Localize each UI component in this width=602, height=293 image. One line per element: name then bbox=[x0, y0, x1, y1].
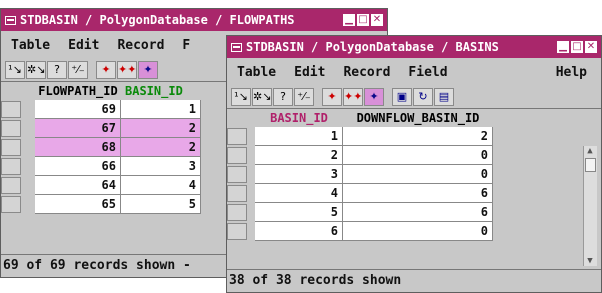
menu-edit[interactable]: Edit bbox=[294, 65, 325, 80]
row-selector[interactable] bbox=[227, 204, 247, 221]
menu-table[interactable]: Table bbox=[11, 38, 50, 53]
basins-titlebar[interactable]: STDBASIN / PolygonDatabase / BASINS ▁ □ … bbox=[227, 36, 601, 58]
table-cell[interactable]: 6 bbox=[343, 184, 493, 203]
row-selector[interactable] bbox=[227, 147, 247, 164]
vertical-scrollbar[interactable]: ▲ ▼ bbox=[583, 146, 597, 266]
table-row[interactable]: 2 0 bbox=[227, 146, 601, 165]
table-cell[interactable]: 0 bbox=[343, 146, 493, 165]
column-header-basin-id[interactable]: BASIN_ID bbox=[255, 109, 343, 127]
table-cell[interactable]: 3 bbox=[121, 157, 201, 176]
export-icon[interactable]: ▤ bbox=[434, 88, 454, 106]
scroll-down-icon[interactable]: ▼ bbox=[584, 256, 596, 266]
table-cell[interactable]: 5 bbox=[255, 203, 343, 222]
row-selector[interactable] bbox=[1, 139, 21, 156]
insert-multi-record-icon[interactable]: ✦✦ bbox=[117, 61, 137, 79]
table-row[interactable]: 4 6 bbox=[227, 184, 601, 203]
table-cell[interactable]: 4 bbox=[121, 176, 201, 195]
save-icon[interactable]: ▣ bbox=[392, 88, 412, 106]
window-menu-icon[interactable] bbox=[231, 42, 242, 52]
column-header-flowpath-id[interactable]: FLOWPATH_ID bbox=[35, 82, 121, 100]
table-row[interactable]: 1 2 bbox=[227, 127, 601, 146]
table-cell[interactable]: 2 bbox=[343, 127, 493, 146]
row-multi-icon[interactable]: ✲↘ bbox=[26, 61, 46, 79]
maximize-icon[interactable]: □ bbox=[357, 14, 369, 26]
close-icon[interactable]: ✕ bbox=[585, 41, 597, 53]
table-row[interactable]: 5 6 bbox=[227, 203, 601, 222]
select-records-icon[interactable]: ✦ bbox=[138, 61, 158, 79]
menu-help[interactable]: Help bbox=[556, 65, 587, 80]
scroll-up-icon[interactable]: ▲ bbox=[584, 146, 596, 156]
window-title: STDBASIN / PolygonDatabase / BASINS bbox=[246, 40, 499, 54]
table-cell[interactable]: 0 bbox=[343, 222, 493, 241]
table-row[interactable]: 3 0 bbox=[227, 165, 601, 184]
table-cell[interactable]: 2 bbox=[121, 119, 201, 138]
row-selector[interactable] bbox=[227, 223, 247, 240]
select-records-icon[interactable]: ✦ bbox=[364, 88, 384, 106]
menubar: Table Edit Record Field Help bbox=[227, 58, 601, 86]
menu-field[interactable]: Field bbox=[408, 65, 447, 80]
basins-window: STDBASIN / PolygonDatabase / BASINS ▁ □ … bbox=[226, 35, 602, 293]
close-icon[interactable]: ✕ bbox=[371, 14, 383, 26]
row-selector[interactable] bbox=[1, 158, 21, 175]
row-selector[interactable] bbox=[1, 101, 21, 118]
toolbar: ¹↘ ✲↘ ? ⁺⁄₋ ✦ ✦✦ ✦ ▣ ↻ ▤ bbox=[227, 86, 601, 108]
column-header-basin-id[interactable]: BASIN_ID bbox=[121, 82, 201, 100]
table-cell[interactable]: 6 bbox=[255, 222, 343, 241]
table-cell[interactable]: 68 bbox=[35, 138, 121, 157]
table-row[interactable]: 6 0 bbox=[227, 222, 601, 241]
maximize-icon[interactable]: □ bbox=[571, 41, 583, 53]
insert-record-icon[interactable]: ✦ bbox=[322, 88, 342, 106]
menu-table[interactable]: Table bbox=[237, 65, 276, 80]
table-cell[interactable]: 2 bbox=[121, 138, 201, 157]
table-cell[interactable]: 66 bbox=[35, 157, 121, 176]
table-cell[interactable]: 69 bbox=[35, 100, 121, 119]
table-header: BASIN_ID DOWNFLOW_BASIN_ID bbox=[227, 109, 601, 127]
flowpaths-titlebar[interactable]: STDBASIN / PolygonDatabase / FLOWPATHS ▁… bbox=[1, 9, 387, 31]
row-selector[interactable] bbox=[1, 196, 21, 213]
table-cell[interactable]: 1 bbox=[255, 127, 343, 146]
table-cell[interactable]: 5 bbox=[121, 195, 201, 214]
menu-record[interactable]: Record bbox=[343, 65, 390, 80]
row-single-icon[interactable]: ¹↘ bbox=[231, 88, 251, 106]
column-header-downflow-basin-id[interactable]: DOWNFLOW_BASIN_ID bbox=[343, 109, 493, 127]
menu-field[interactable]: F bbox=[182, 38, 190, 53]
table-cell[interactable]: 3 bbox=[255, 165, 343, 184]
row-selector[interactable] bbox=[1, 120, 21, 137]
basins-table: BASIN_ID DOWNFLOW_BASIN_ID 1 2 2 0 3 0 4… bbox=[227, 108, 601, 241]
table-cell[interactable]: 2 bbox=[255, 146, 343, 165]
sort-icon[interactable]: ⁺⁄₋ bbox=[68, 61, 88, 79]
sort-icon[interactable]: ⁺⁄₋ bbox=[294, 88, 314, 106]
query-icon[interactable]: ? bbox=[47, 61, 67, 79]
menu-edit[interactable]: Edit bbox=[68, 38, 99, 53]
scroll-thumb[interactable] bbox=[585, 158, 596, 172]
query-icon[interactable]: ? bbox=[273, 88, 293, 106]
refresh-icon[interactable]: ↻ bbox=[413, 88, 433, 106]
table-cell[interactable]: 67 bbox=[35, 119, 121, 138]
row-single-icon[interactable]: ¹↘ bbox=[5, 61, 25, 79]
minimize-icon[interactable]: ▁ bbox=[343, 14, 355, 26]
window-title: STDBASIN / PolygonDatabase / FLOWPATHS bbox=[20, 13, 295, 27]
table-cell[interactable]: 65 bbox=[35, 195, 121, 214]
row-selector[interactable] bbox=[227, 185, 247, 202]
table-cell[interactable]: 4 bbox=[255, 184, 343, 203]
row-selector[interactable] bbox=[227, 128, 247, 145]
row-selector[interactable] bbox=[1, 177, 21, 194]
row-selector[interactable] bbox=[227, 166, 247, 183]
minimize-icon[interactable]: ▁ bbox=[557, 41, 569, 53]
window-menu-icon[interactable] bbox=[5, 15, 16, 25]
table-cell[interactable]: 1 bbox=[121, 100, 201, 119]
insert-record-icon[interactable]: ✦ bbox=[96, 61, 116, 79]
table-cell[interactable]: 6 bbox=[343, 203, 493, 222]
table-cell[interactable]: 0 bbox=[343, 165, 493, 184]
menu-record[interactable]: Record bbox=[117, 38, 164, 53]
insert-multi-record-icon[interactable]: ✦✦ bbox=[343, 88, 363, 106]
row-multi-icon[interactable]: ✲↘ bbox=[252, 88, 272, 106]
status-bar: 38 of 38 records shown bbox=[227, 269, 601, 292]
table-cell[interactable]: 64 bbox=[35, 176, 121, 195]
